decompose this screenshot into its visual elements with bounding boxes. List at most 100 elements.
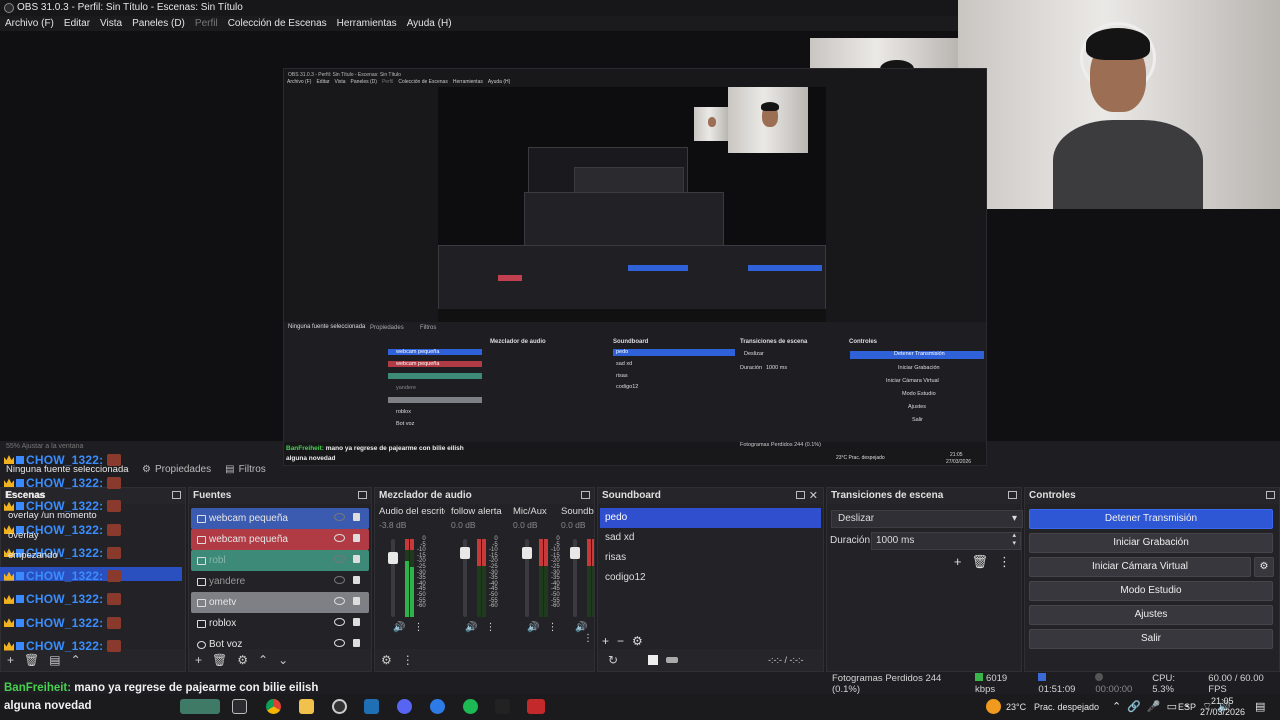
- source-row[interactable]: robl: [191, 550, 369, 571]
- eye-icon[interactable]: [334, 597, 345, 605]
- mixer-menu-button[interactable]: ⋮: [402, 653, 414, 667]
- volume-fader[interactable]: [570, 539, 580, 617]
- fader-knob[interactable]: [522, 547, 532, 559]
- fader-knob[interactable]: [570, 547, 580, 559]
- fader-knob[interactable]: [460, 547, 470, 559]
- volume-fader[interactable]: [522, 539, 532, 617]
- source-row[interactable]: roblox: [191, 613, 369, 634]
- source-row[interactable]: webcam pequeña: [191, 508, 369, 529]
- channel-menu-icon[interactable]: ⋮: [547, 622, 557, 633]
- lock-icon[interactable]: [353, 576, 360, 584]
- chrome-icon[interactable]: [266, 699, 281, 714]
- undock-icon[interactable]: [581, 491, 590, 499]
- sound-item[interactable]: codigo12: [600, 568, 821, 588]
- fader-knob[interactable]: [388, 551, 398, 564]
- add-source-button[interactable]: +: [195, 653, 202, 667]
- source-row[interactable]: webcam pequeña: [191, 529, 369, 550]
- remove-source-button[interactable]: 🗑: [212, 653, 227, 667]
- tab-filters[interactable]: ▤ Filtros: [225, 460, 266, 478]
- notifications-icon[interactable]: ▤: [1255, 700, 1265, 713]
- obs-icon[interactable]: [332, 699, 347, 714]
- eye-off-icon[interactable]: [334, 555, 345, 563]
- virtual-camera-settings-button[interactable]: ⚙: [1254, 557, 1274, 577]
- speaker-icon[interactable]: 🔊: [527, 622, 539, 633]
- speaker-icon[interactable]: 🔊: [393, 622, 405, 633]
- undock-icon[interactable]: [172, 491, 181, 499]
- eye-icon[interactable]: [334, 639, 345, 647]
- transition-menu-button[interactable]: ⋮: [998, 554, 1011, 570]
- spotify-icon[interactable]: [463, 699, 478, 714]
- sound-item[interactable]: sad xd: [600, 528, 821, 548]
- menu-paneles[interactable]: Paneles (D): [132, 16, 185, 31]
- stop-button[interactable]: [648, 655, 659, 665]
- menu-vista[interactable]: Vista: [100, 16, 122, 31]
- channel-menu-icon[interactable]: ⋮: [583, 633, 593, 644]
- clock-time[interactable]: 21:05: [1211, 696, 1234, 706]
- exit-button[interactable]: Salir: [1029, 629, 1273, 649]
- streaming-app-icon[interactable]: [527, 699, 545, 714]
- weather-icon[interactable]: [986, 699, 1001, 714]
- spin-arrows-icon[interactable]: ▴ ▾: [1012, 532, 1016, 548]
- lock-icon[interactable]: [353, 639, 360, 647]
- source-row[interactable]: ometv: [191, 592, 369, 613]
- lock-icon[interactable]: [353, 555, 360, 563]
- source-down-button[interactable]: ⌄: [278, 653, 288, 667]
- add-transition-button[interactable]: +: [954, 554, 962, 570]
- lock-icon[interactable]: [353, 513, 360, 521]
- lock-icon[interactable]: [353, 597, 360, 605]
- volume-fader[interactable]: [460, 539, 470, 617]
- speaker-icon[interactable]: 🔊: [465, 622, 477, 633]
- undock-icon[interactable]: [1008, 491, 1017, 499]
- volume-fader[interactable]: [388, 539, 398, 617]
- widgets-icon[interactable]: [180, 699, 220, 714]
- add-sound-button[interactable]: +: [602, 634, 609, 648]
- sound-item[interactable]: risas: [600, 548, 821, 568]
- tab-properties[interactable]: ⚙ Propiedades: [142, 460, 211, 478]
- clock-date[interactable]: 27/03/2026: [1200, 707, 1245, 717]
- preview-canvas[interactable]: OBS 31.0.3 - Perfil: Sin Título - Escena…: [0, 0, 1280, 466]
- lock-icon[interactable]: [353, 618, 360, 626]
- discord-icon[interactable]: [397, 699, 412, 714]
- start-recording-button[interactable]: Iniciar Grabación: [1029, 533, 1273, 553]
- close-icon[interactable]: ✕: [809, 488, 818, 504]
- lock-icon[interactable]: [353, 534, 360, 542]
- source-settings-button[interactable]: ⚙: [237, 653, 248, 667]
- task-view-icon[interactable]: [232, 699, 247, 714]
- eye-icon[interactable]: [334, 618, 345, 626]
- sound-slider[interactable]: [666, 657, 679, 663]
- undock-icon[interactable]: [1266, 491, 1275, 499]
- folder-icon[interactable]: [299, 699, 314, 714]
- menu-perfil[interactable]: Perfil: [195, 16, 218, 31]
- duration-spinbox[interactable]: 1000 ms ▴ ▾: [871, 532, 1021, 550]
- sound-settings-button[interactable]: ⚙: [632, 634, 643, 648]
- restart-icon[interactable]: ↻: [608, 653, 618, 667]
- sound-item[interactable]: pedo: [600, 508, 821, 528]
- menu-editar[interactable]: Editar: [64, 16, 90, 31]
- menu-archivo[interactable]: Archivo (F): [5, 16, 54, 31]
- app-icon[interactable]: [430, 699, 445, 714]
- channel-menu-icon[interactable]: ⋮: [485, 622, 495, 633]
- menu-herramientas[interactable]: Herramientas: [337, 16, 397, 31]
- audio-app-icon[interactable]: [495, 699, 510, 714]
- stop-streaming-button[interactable]: Detener Transmisión: [1029, 509, 1273, 529]
- mixer-settings-button[interactable]: ⚙: [381, 653, 392, 667]
- undock-icon[interactable]: [358, 491, 367, 499]
- language-indicator[interactable]: ESP: [1178, 702, 1196, 712]
- speaker-icon[interactable]: 🔊: [575, 622, 587, 633]
- start-virtual-camera-button[interactable]: Iniciar Cámara Virtual: [1029, 557, 1251, 577]
- source-up-button[interactable]: ⌃: [258, 653, 268, 667]
- menu-coleccion-escenas[interactable]: Colección de Escenas: [228, 16, 327, 31]
- vscode-icon[interactable]: [364, 699, 379, 714]
- eye-icon[interactable]: [334, 534, 345, 542]
- transition-select[interactable]: Deslizar ▾: [831, 510, 1023, 528]
- eye-off-icon[interactable]: [334, 513, 345, 521]
- eye-off-icon[interactable]: [334, 576, 345, 584]
- settings-button[interactable]: Ajustes: [1029, 605, 1273, 625]
- undock-icon[interactable]: [796, 491, 805, 499]
- studio-mode-button[interactable]: Modo Estudio: [1029, 581, 1273, 601]
- channel-menu-icon[interactable]: ⋮: [413, 622, 423, 633]
- remove-transition-button[interactable]: 🗑: [971, 554, 988, 570]
- remove-sound-button[interactable]: −: [617, 634, 624, 648]
- source-row[interactable]: yandere: [191, 571, 369, 592]
- menu-ayuda[interactable]: Ayuda (H): [407, 16, 452, 31]
